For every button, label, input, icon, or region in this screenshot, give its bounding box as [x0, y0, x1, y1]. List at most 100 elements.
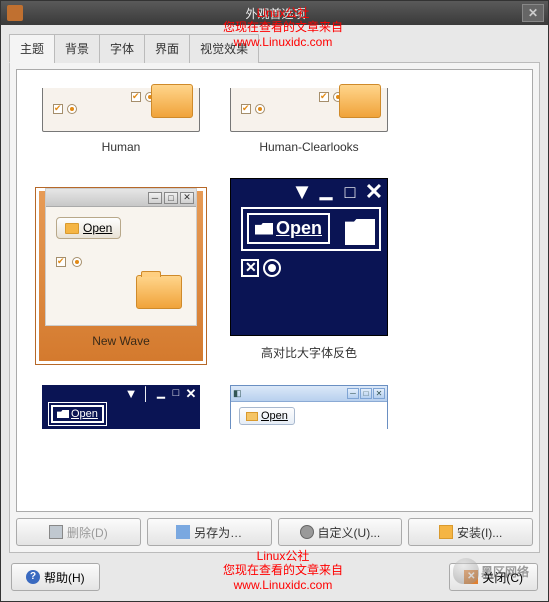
window-body: 主题 背景 字体 界面 视觉效果: [1, 25, 548, 601]
tab-content: Human Human-Clearlooks: [9, 62, 540, 553]
tab-visual-effects[interactable]: 视觉效果: [189, 34, 259, 63]
titlebar[interactable]: 外观首选项 ✕: [1, 1, 548, 25]
checkbox-icon: [319, 92, 329, 102]
tab-background[interactable]: 背景: [54, 34, 100, 63]
theme-item-human-clearlooks[interactable]: Human-Clearlooks: [229, 88, 389, 154]
theme-item-human[interactable]: Human: [41, 88, 201, 154]
open-button-preview: Open: [239, 407, 295, 425]
radio-icon: [255, 104, 265, 114]
folder-icon: [65, 223, 79, 234]
preview-titlebar: ▼ │ ▁ □ ✕: [42, 385, 200, 401]
open-button-preview: Open: [51, 405, 104, 423]
menu-icon: ▼: [124, 388, 138, 400]
theme-preview: ▼ ▁ □ ✕ Open: [230, 178, 388, 336]
close-icon: ✕: [363, 183, 385, 203]
maximize-icon: □: [360, 388, 372, 399]
button-label: 另存为…: [194, 524, 242, 541]
maximize-icon: □: [169, 388, 183, 400]
button-label: 自定义(U)...: [318, 524, 381, 541]
preview-titlebar: ◧ ─ □ ✕: [231, 386, 387, 402]
theme-item-high-contrast-inverse[interactable]: ▼ ▁ □ ✕ Open: [229, 178, 389, 361]
theme-item-5[interactable]: ▼ │ ▁ □ ✕ Open: [41, 385, 201, 429]
open-label: Open: [83, 221, 112, 235]
maximize-icon: □: [339, 183, 361, 203]
button-label: 删除(D): [67, 524, 108, 541]
tab-label: 主题: [20, 42, 44, 56]
indicators: [131, 92, 155, 102]
maximize-icon: □: [164, 192, 178, 204]
install-button[interactable]: 安装(I)...: [408, 518, 533, 546]
open-label: Open: [71, 408, 98, 420]
theme-item-new-wave[interactable]: ─ □ ✕ Open: [41, 178, 201, 361]
folder-icon: [57, 410, 69, 418]
indicators: [241, 104, 265, 114]
radio-icon: [263, 259, 281, 277]
minimize-icon: ▁: [315, 183, 337, 203]
tab-fonts[interactable]: 字体: [99, 34, 145, 63]
button-label: 安装(I)...: [457, 524, 502, 541]
theme-label: Human-Clearlooks: [259, 140, 358, 154]
close-button[interactable]: ✕ 关闭(C): [449, 563, 538, 591]
folder-icon: [136, 275, 182, 309]
close-icon: ✕: [464, 570, 478, 584]
open-button-preview: Open: [56, 217, 121, 239]
dialog-footer: ? 帮助(H) ✕ 关闭(C): [9, 563, 540, 593]
close-icon: ✕: [373, 388, 385, 399]
tab-label: 字体: [110, 42, 134, 56]
install-icon: [439, 525, 453, 539]
close-icon: ✕: [180, 192, 194, 204]
close-icon: ✕: [184, 388, 198, 400]
sep-icon: │: [139, 388, 153, 400]
checkbox-icon: [53, 104, 63, 114]
theme-label: New Wave: [92, 334, 150, 348]
button-label: 关闭(C): [482, 569, 523, 586]
button-label: 帮助(H): [44, 569, 85, 586]
minimize-icon: ─: [148, 192, 162, 204]
preview-panel: Open: [48, 402, 107, 426]
radio-icon: [67, 104, 77, 114]
radio-icon: [333, 92, 343, 102]
indicators: [53, 104, 77, 114]
delete-button[interactable]: 删除(D): [16, 518, 141, 546]
theme-preview: [230, 88, 388, 132]
preview-body: Open: [46, 207, 196, 325]
save-as-button[interactable]: 另存为…: [147, 518, 272, 546]
minimize-icon: ▁: [154, 388, 168, 400]
window-title: 外观首选项: [29, 5, 522, 22]
radio-icon: [145, 92, 155, 102]
help-icon: ?: [26, 570, 40, 584]
window-close-button[interactable]: ✕: [522, 4, 544, 22]
open-button-preview: Open: [247, 213, 330, 244]
open-label: Open: [261, 410, 288, 422]
menu-icon: ▼: [291, 183, 313, 203]
open-label: Open: [276, 218, 322, 239]
customize-button[interactable]: 自定义(U)...: [278, 518, 403, 546]
save-icon: [176, 525, 190, 539]
customize-icon: [300, 525, 314, 539]
theme-preview: ─ □ ✕ Open: [45, 188, 197, 326]
theme-label: Human: [102, 140, 141, 154]
indicators: [231, 255, 387, 281]
tab-interface[interactable]: 界面: [144, 34, 190, 63]
checkbox-icon: [241, 259, 259, 277]
preview-panel: Open: [241, 207, 381, 251]
theme-preview: ◧ ─ □ ✕ Open: [230, 385, 388, 429]
theme-list[interactable]: Human Human-Clearlooks: [16, 69, 533, 512]
indicators: [56, 257, 186, 267]
tab-label: 背景: [65, 42, 89, 56]
delete-icon: [49, 525, 63, 539]
radio-icon: [72, 257, 82, 267]
tab-label: 视觉效果: [200, 42, 248, 56]
folder-icon: [246, 412, 258, 421]
checkbox-icon: [131, 92, 141, 102]
tab-theme[interactable]: 主题: [9, 34, 55, 63]
preview-titlebar: ─ □ ✕: [46, 189, 196, 207]
theme-preview: ▼ │ ▁ □ ✕ Open: [42, 385, 200, 429]
checkbox-icon: [241, 104, 251, 114]
theme-item-6[interactable]: ◧ ─ □ ✕ Open: [229, 385, 389, 429]
help-button[interactable]: ? 帮助(H): [11, 563, 100, 591]
appearance-preferences-window: 外观首选项 ✕ 主题 背景 字体 界面 视觉效果: [0, 0, 549, 602]
tab-label: 界面: [155, 42, 179, 56]
preview-titlebar: ▼ ▁ □ ✕: [231, 179, 387, 205]
theme-toolbar: 删除(D) 另存为… 自定义(U)... 安装(I)...: [16, 518, 533, 546]
